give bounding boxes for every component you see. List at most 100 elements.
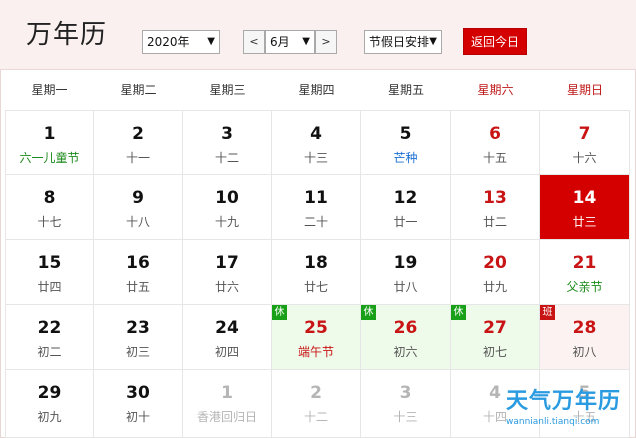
lunar-date-label: 初六 xyxy=(393,345,418,359)
lunar-date-label: 初二 xyxy=(37,345,62,359)
day-cell[interactable]: 23 初三 xyxy=(94,305,183,370)
day-cell[interactable]: 12 廿一 xyxy=(361,175,451,240)
weekday-label: 星期三 xyxy=(209,83,246,97)
day-cell[interactable]: 30 初十 xyxy=(94,370,183,438)
day-number: 5 xyxy=(399,124,412,144)
day-number: 8 xyxy=(43,188,56,208)
prev-month-button[interactable]: < xyxy=(243,30,265,54)
lunar-date-label: 端午节 xyxy=(297,345,334,359)
lunar-date-label: 廿二 xyxy=(482,215,507,229)
day-number: 14 xyxy=(572,188,597,208)
day-number: 1 xyxy=(43,124,56,144)
day-number: 12 xyxy=(393,188,418,208)
year-value: 2020年 xyxy=(147,35,190,49)
day-cell[interactable]: 10 十九 xyxy=(183,175,272,240)
weekday-label: 星期日 xyxy=(566,83,603,97)
lunar-date-label: 初七 xyxy=(482,345,507,359)
day-cell[interactable]: 2 十一 xyxy=(94,110,183,175)
lunar-date-label: 十一 xyxy=(125,151,150,165)
holiday-value: 节假日安排 xyxy=(369,35,430,49)
chevron-down-icon: ▼ xyxy=(429,36,437,47)
day-cell[interactable]: 20 廿九 xyxy=(451,240,540,305)
day-cell[interactable]: 14 廿三 xyxy=(540,175,630,240)
lunar-date-label: 十六 xyxy=(572,151,597,165)
lunar-date-label: 六一儿童节 xyxy=(19,151,80,165)
day-cell[interactable]: 29 初九 xyxy=(5,370,94,438)
lunar-date-label: 十二 xyxy=(214,151,239,165)
day-number: 13 xyxy=(483,188,507,208)
day-cell[interactable]: 21 父亲节 xyxy=(540,240,630,305)
chevron-down-icon: ▼ xyxy=(207,36,215,47)
day-cell[interactable]: 7 十六 xyxy=(540,110,630,175)
day-cell[interactable]: 休 26 初六 xyxy=(361,305,451,370)
day-cell[interactable]: 24 初四 xyxy=(183,305,272,370)
day-cell[interactable]: 休 25 端午节 xyxy=(272,305,361,370)
day-cell[interactable]: 22 初二 xyxy=(5,305,94,370)
day-number: 18 xyxy=(304,253,328,273)
holiday-select[interactable]: 节假日安排 ▼ xyxy=(364,30,442,54)
day-number: 2 xyxy=(132,124,144,144)
day-number: 3 xyxy=(221,124,233,144)
day-cell[interactable]: 休 27 初七 xyxy=(451,305,540,370)
day-number: 30 xyxy=(126,383,150,403)
weekday-label: 星期一 xyxy=(31,83,68,97)
day-number: 26 xyxy=(393,318,418,338)
next-month-button[interactable]: > xyxy=(315,30,337,54)
day-cell[interactable]: 11 二十 xyxy=(272,175,361,240)
day-cell[interactable]: 8 十七 xyxy=(5,175,94,240)
lunar-date-label: 廿九 xyxy=(482,280,507,294)
day-cell[interactable]: 17 廿六 xyxy=(183,240,272,305)
day-number: 22 xyxy=(37,318,62,338)
day-number: 10 xyxy=(215,188,239,208)
lunar-date-label: 芒种 xyxy=(393,151,418,165)
lunar-date-label: 廿五 xyxy=(125,280,150,294)
day-cell[interactable]: 3 十三 xyxy=(361,370,451,438)
day-cell[interactable]: 5 芒种 xyxy=(361,110,451,175)
day-number: 20 xyxy=(483,253,507,273)
calendar-header: 万年历 2020年 ▼ < 6月 ▼ > 节假日安排 ▼ 返回今日 xyxy=(0,0,636,70)
month-select[interactable]: 6月 ▼ xyxy=(265,30,315,54)
day-number: 7 xyxy=(578,124,591,144)
day-cell[interactable]: 6 十五 xyxy=(451,110,540,175)
day-cell[interactable]: 1 香港回归日 xyxy=(183,370,272,438)
day-cell[interactable]: 2 十二 xyxy=(272,370,361,438)
lunar-date-label: 十九 xyxy=(214,215,239,229)
lunar-date-label: 初三 xyxy=(125,345,150,359)
lunar-date-label: 父亲节 xyxy=(566,280,603,294)
weekday-label: 星期二 xyxy=(120,83,157,97)
day-number: 9 xyxy=(132,188,144,208)
day-number: 1 xyxy=(221,383,233,403)
year-select[interactable]: 2020年 ▼ xyxy=(142,30,220,54)
lunar-date-label: 廿七 xyxy=(303,280,328,294)
watermark-title: 天气万年历 xyxy=(506,389,622,414)
day-cell[interactable]: 13 廿二 xyxy=(451,175,540,240)
day-number: 6 xyxy=(489,124,501,144)
lunar-date-label: 廿四 xyxy=(37,280,62,294)
day-cell[interactable]: 3 十二 xyxy=(183,110,272,175)
day-number: 4 xyxy=(310,124,322,144)
day-number: 27 xyxy=(483,318,507,338)
day-cell[interactable]: 16 廿五 xyxy=(94,240,183,305)
lunar-date-label: 廿三 xyxy=(572,215,597,229)
lunar-date-label: 十八 xyxy=(125,215,150,229)
month-value: 6月 xyxy=(270,35,290,49)
lunar-date-label: 十三 xyxy=(303,151,328,165)
lunar-date-label: 二十 xyxy=(303,215,328,229)
lunar-date-label: 初十 xyxy=(125,410,150,424)
weekday-label: 星期五 xyxy=(387,83,424,97)
watermark: 天气万年历 wannianli.tianqi.com xyxy=(506,388,630,428)
day-cell[interactable]: 1 六一儿童节 xyxy=(5,110,94,175)
day-cell[interactable]: 班 28 初八 xyxy=(540,305,630,370)
chevron-down-icon: ▼ xyxy=(302,36,310,47)
day-number: 2 xyxy=(310,383,322,403)
day-number: 21 xyxy=(572,253,597,273)
day-cell[interactable]: 18 廿七 xyxy=(272,240,361,305)
day-cell[interactable]: 9 十八 xyxy=(94,175,183,240)
return-today-button[interactable]: 返回今日 xyxy=(463,28,527,55)
day-cell[interactable]: 19 廿八 xyxy=(361,240,451,305)
day-number: 28 xyxy=(572,318,597,338)
day-number: 24 xyxy=(215,318,239,338)
day-cell[interactable]: 15 廿四 xyxy=(5,240,94,305)
lunar-date-label: 廿六 xyxy=(214,280,239,294)
day-cell[interactable]: 4 十三 xyxy=(272,110,361,175)
